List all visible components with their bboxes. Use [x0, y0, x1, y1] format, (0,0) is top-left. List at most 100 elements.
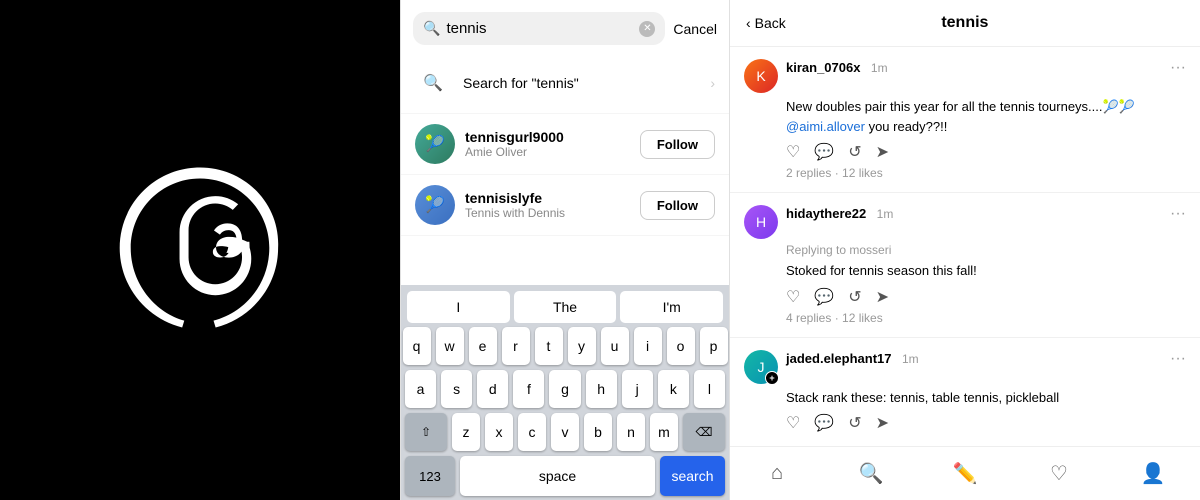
post-time: 1m: [877, 207, 894, 221]
key-m[interactable]: m: [650, 413, 678, 451]
search-input[interactable]: tennis: [446, 20, 633, 37]
reply-indicator: Replying to mosseri: [786, 243, 1186, 257]
key-f[interactable]: f: [513, 370, 544, 408]
username: tennisislyfe: [465, 190, 630, 206]
key-r[interactable]: r: [502, 327, 530, 365]
post-meta: hidaythere22 1m: [786, 205, 1162, 223]
share-icon[interactable]: ➤: [876, 287, 889, 307]
key-e[interactable]: e: [469, 327, 497, 365]
post-content: Stack rank these: tennis, table tennis, …: [786, 388, 1186, 408]
back-button[interactable]: ‹ Back: [746, 15, 786, 31]
thread-post: K kiran_0706x 1m ··· New doubles pair th…: [730, 47, 1200, 193]
key-d[interactable]: d: [477, 370, 508, 408]
user-display-name: Tennis with Dennis: [465, 206, 630, 220]
avatar: H: [744, 205, 778, 239]
key-a[interactable]: a: [405, 370, 436, 408]
key-b[interactable]: b: [584, 413, 612, 451]
suggestion-key-3[interactable]: I'm: [620, 291, 723, 323]
post-stats: 4 replies · 12 likes: [786, 311, 1186, 325]
keyboard-row-2: a s d f g h j k l: [405, 370, 725, 408]
suggestion-key-1[interactable]: I: [407, 291, 510, 323]
comment-icon[interactable]: 💬: [814, 142, 834, 162]
follow-button[interactable]: Follow: [640, 191, 715, 220]
keyboard-bottom-row: 123 space search: [405, 456, 725, 496]
backspace-key[interactable]: ⌫: [683, 413, 725, 451]
right-header: ‹ Back tennis: [730, 0, 1200, 47]
mention[interactable]: @aimi.allover: [786, 119, 865, 134]
avatar-wrapper: J +: [744, 350, 778, 384]
key-o[interactable]: o: [667, 327, 695, 365]
key-i[interactable]: i: [634, 327, 662, 365]
comment-icon[interactable]: 💬: [814, 413, 834, 433]
key-h[interactable]: h: [586, 370, 617, 408]
user-display-name: Amie Oliver: [465, 145, 630, 159]
num-key[interactable]: 123: [405, 456, 455, 496]
post-actions: ♡ 💬 ↺ ➤: [786, 142, 1186, 162]
key-j[interactable]: j: [622, 370, 653, 408]
feed-title: tennis: [796, 14, 1134, 32]
search-results-list: 🔍 Search for "tennis" › 🎾 tennisgurl9000…: [401, 53, 729, 285]
post-menu-button[interactable]: ···: [1170, 350, 1186, 368]
nav-home-button[interactable]: ⌂: [730, 455, 824, 492]
key-p[interactable]: p: [700, 327, 728, 365]
like-icon[interactable]: ♡: [786, 413, 800, 433]
like-icon[interactable]: ♡: [786, 287, 800, 307]
comment-icon[interactable]: 💬: [814, 287, 834, 307]
search-for-item[interactable]: 🔍 Search for "tennis" ›: [401, 53, 729, 114]
user-info: tennisgurl9000 Amie Oliver: [465, 129, 630, 159]
post-content: New doubles pair this year for all the t…: [786, 97, 1186, 136]
post-content: Stoked for tennis season this fall!: [786, 261, 1186, 281]
key-g[interactable]: g: [549, 370, 580, 408]
avatar: K: [744, 59, 778, 93]
user-result-item[interactable]: 🎾 tennisgurl9000 Amie Oliver Follow: [401, 114, 729, 175]
repost-icon[interactable]: ↺: [848, 413, 861, 433]
share-icon[interactable]: ➤: [876, 413, 889, 433]
key-w[interactable]: w: [436, 327, 464, 365]
key-v[interactable]: v: [551, 413, 579, 451]
chevron-right-icon: ›: [710, 75, 715, 91]
key-k[interactable]: k: [658, 370, 689, 408]
repost-icon[interactable]: ↺: [848, 287, 861, 307]
post-meta: kiran_0706x 1m: [786, 59, 1162, 77]
cancel-search-button[interactable]: Cancel: [673, 21, 717, 37]
suggestion-key-2[interactable]: The: [514, 291, 617, 323]
key-c[interactable]: c: [518, 413, 546, 451]
avatar-wrapper: K: [744, 59, 778, 93]
space-key[interactable]: space: [460, 456, 655, 496]
nav-search-button[interactable]: 🔍: [824, 455, 918, 492]
search-key[interactable]: search: [660, 456, 725, 496]
key-u[interactable]: u: [601, 327, 629, 365]
nav-profile-button[interactable]: 👤: [1106, 455, 1200, 492]
threads-logo-icon: [90, 140, 310, 360]
search-input-wrapper[interactable]: 🔍 tennis ✕: [413, 12, 665, 45]
key-s[interactable]: s: [441, 370, 472, 408]
left-panel: [0, 0, 400, 500]
share-icon[interactable]: ➤: [876, 142, 889, 162]
nav-heart-button[interactable]: ♡: [1012, 455, 1106, 492]
shift-key[interactable]: ⇧: [405, 413, 447, 451]
key-q[interactable]: q: [403, 327, 431, 365]
clear-search-button[interactable]: ✕: [639, 21, 655, 37]
search-for-icon: 🔍: [415, 65, 451, 101]
post-time: 1m: [871, 61, 888, 75]
plus-badge: +: [765, 371, 779, 385]
search-for-text: Search for "tennis": [463, 75, 698, 91]
nav-compose-button[interactable]: ✏️: [918, 455, 1012, 492]
like-icon[interactable]: ♡: [786, 142, 800, 162]
post-menu-button[interactable]: ···: [1170, 59, 1186, 77]
repost-icon[interactable]: ↺: [848, 142, 861, 162]
key-y[interactable]: y: [568, 327, 596, 365]
key-x[interactable]: x: [485, 413, 513, 451]
key-z[interactable]: z: [452, 413, 480, 451]
post-actions: ♡ 💬 ↺ ➤: [786, 413, 1186, 433]
thread-post: J + jaded.elephant17 1m ··· Stack rank t…: [730, 338, 1200, 447]
key-n[interactable]: n: [617, 413, 645, 451]
post-menu-button[interactable]: ···: [1170, 205, 1186, 223]
keyboard: I The I'm q w e r t y u i o p a s d f g …: [401, 285, 729, 500]
follow-button[interactable]: Follow: [640, 130, 715, 159]
middle-panel: 🔍 tennis ✕ Cancel 🔍 Search for "tennis" …: [400, 0, 730, 500]
search-icon: 🔍: [423, 20, 440, 37]
key-t[interactable]: t: [535, 327, 563, 365]
key-l[interactable]: l: [694, 370, 725, 408]
user-result-item[interactable]: 🎾 tennisislyfe Tennis with Dennis Follow: [401, 175, 729, 236]
